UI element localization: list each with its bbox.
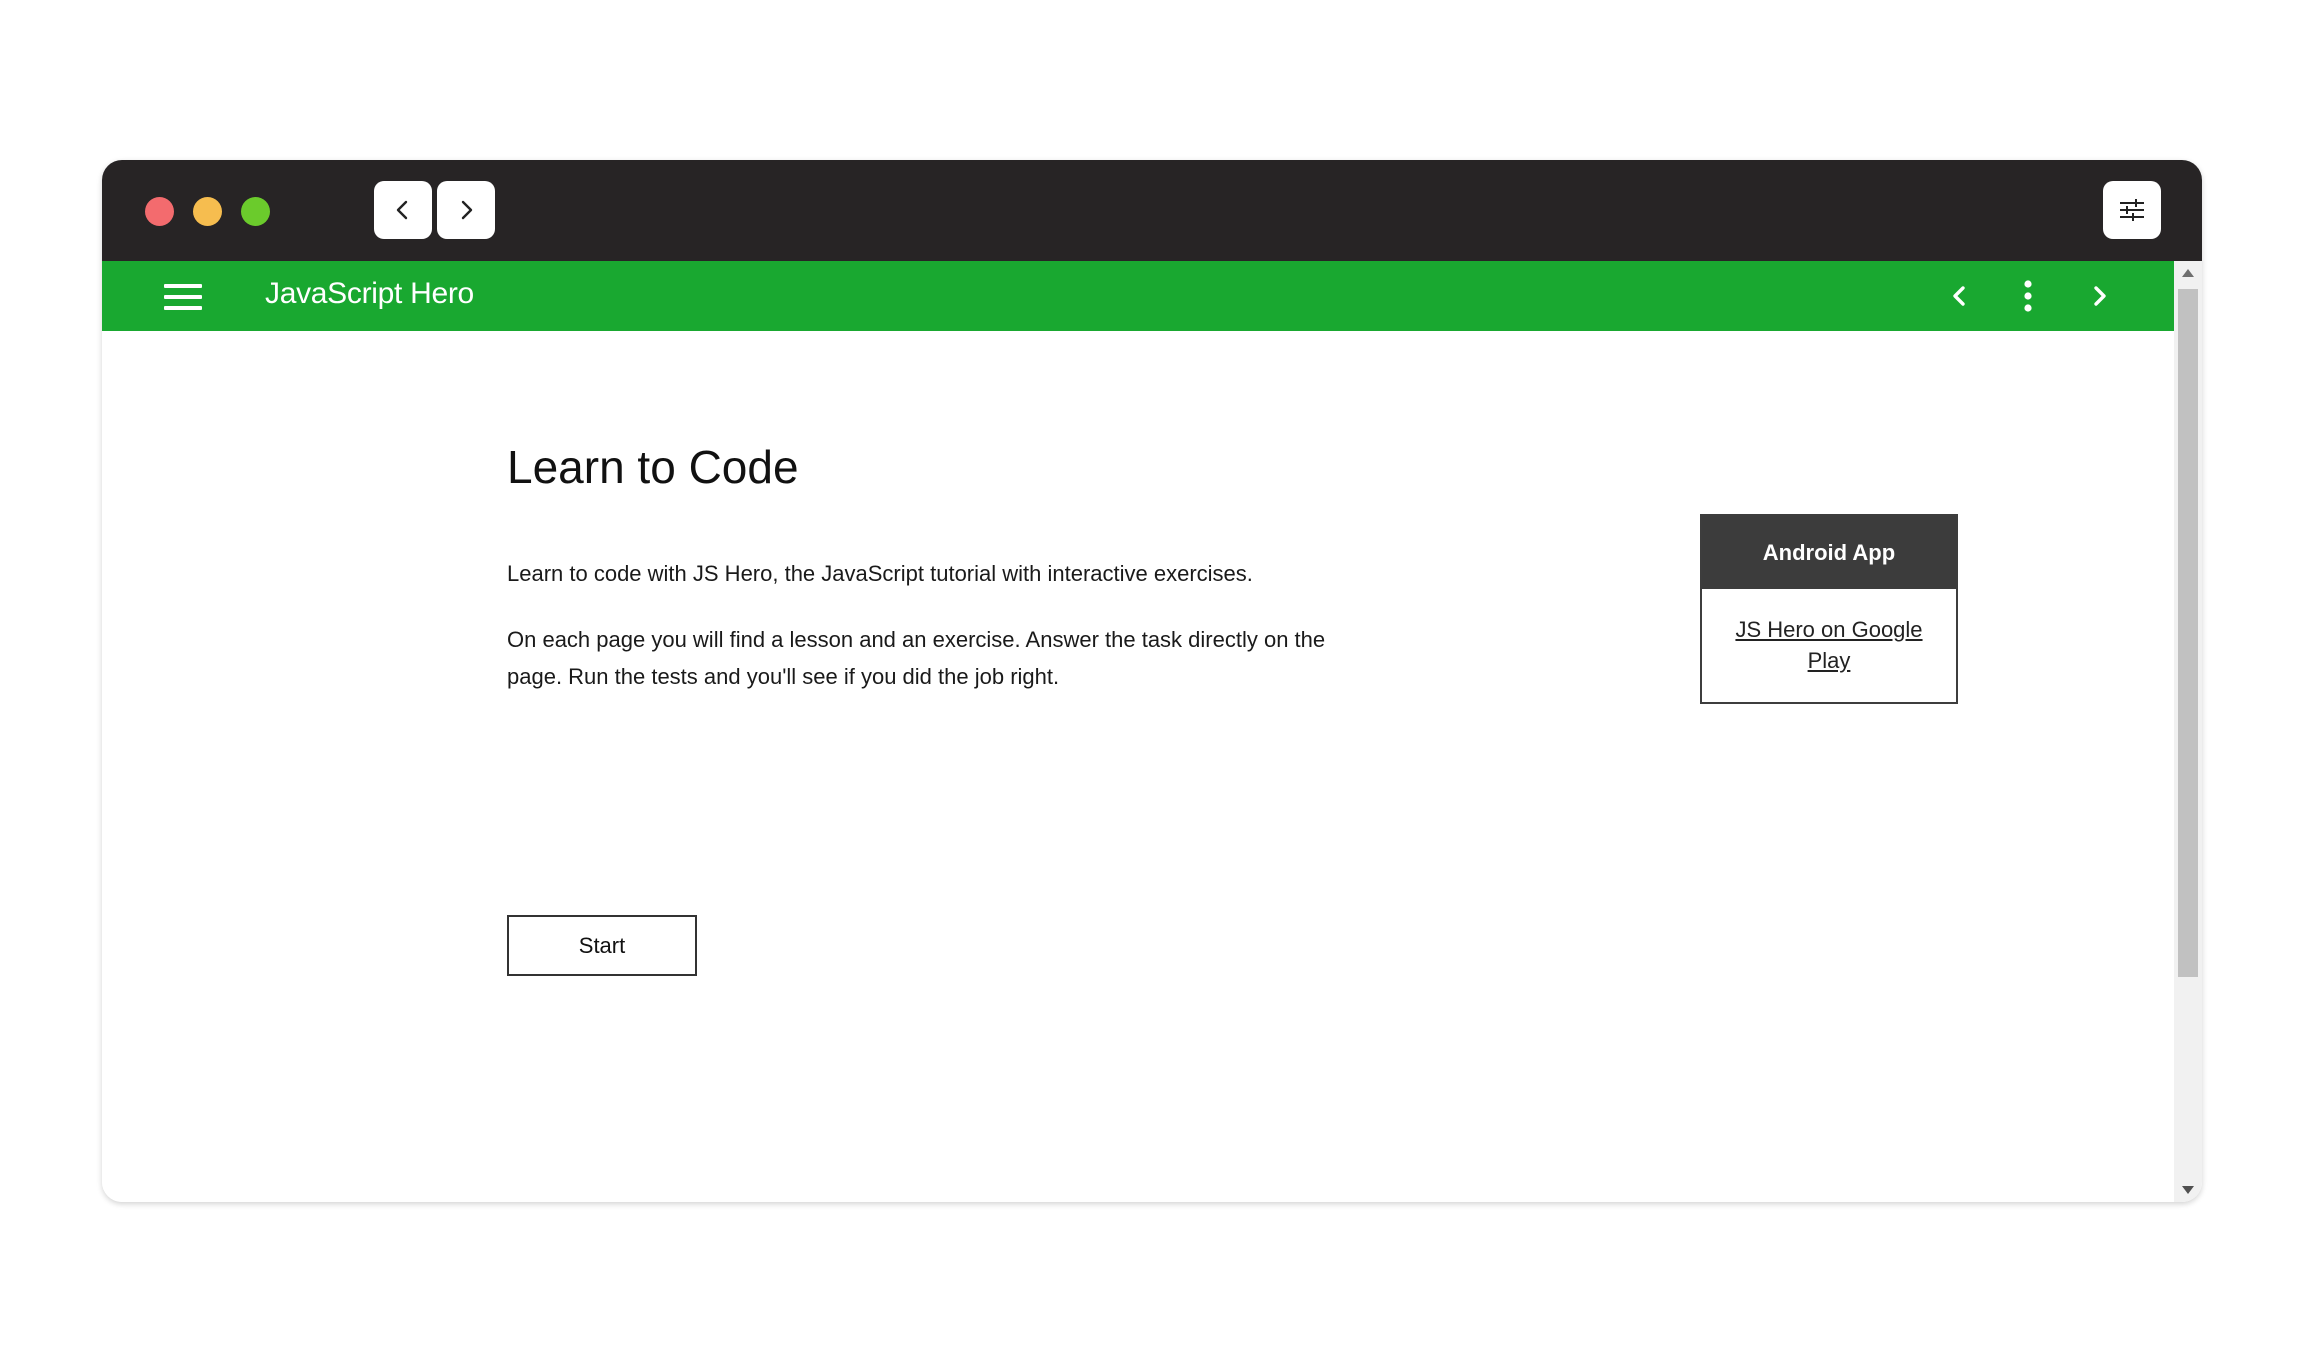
chevron-right-icon — [2094, 286, 2106, 306]
start-button[interactable]: Start — [507, 915, 697, 976]
browser-forward-button[interactable] — [437, 181, 495, 239]
scroll-down-arrow[interactable] — [2174, 1178, 2202, 1202]
android-app-header: Android App — [1702, 516, 1956, 589]
maximize-window-button[interactable] — [241, 197, 270, 226]
google-play-link[interactable]: JS Hero on Google Play — [1719, 614, 1939, 676]
vertical-scrollbar[interactable] — [2174, 261, 2202, 1202]
more-options-button[interactable] — [2007, 275, 2049, 317]
browser-titlebar — [102, 160, 2202, 261]
chevron-right-icon — [461, 200, 473, 220]
minimize-window-button[interactable] — [193, 197, 222, 226]
more-vertical-icon — [2024, 280, 2032, 312]
intro-paragraph: Learn to code with JS Hero, the JavaScri… — [507, 561, 1253, 586]
page-title: Learn to Code — [507, 441, 799, 493]
sliders-icon — [2120, 199, 2144, 221]
chevron-left-icon — [396, 200, 408, 220]
close-window-button[interactable] — [145, 197, 174, 226]
previous-page-button[interactable] — [1938, 275, 1980, 317]
hamburger-menu-icon[interactable] — [164, 284, 202, 310]
scrollbar-thumb[interactable] — [2178, 289, 2198, 977]
browser-window: JavaScript Hero Learn to Code Learn to c… — [102, 160, 2202, 1202]
app-title[interactable]: JavaScript Hero — [265, 277, 474, 311]
page-viewport: JavaScript Hero Learn to Code Learn to c… — [102, 261, 2202, 1202]
chevron-left-icon — [1953, 286, 1965, 306]
app-bar: JavaScript Hero — [102, 261, 2174, 331]
scroll-up-arrow[interactable] — [2174, 261, 2202, 285]
description-paragraph: On each page you will find a lesson and … — [507, 627, 1326, 689]
browser-back-button[interactable] — [374, 181, 432, 239]
triangle-up-icon — [2182, 269, 2194, 277]
main-content: Learn to Code Learn to code with JS Hero… — [507, 439, 1387, 976]
browser-settings-button[interactable] — [2103, 181, 2161, 239]
triangle-down-icon — [2182, 1186, 2194, 1194]
android-app-box: Android App JS Hero on Google Play — [1700, 514, 1958, 704]
next-page-button[interactable] — [2079, 275, 2121, 317]
